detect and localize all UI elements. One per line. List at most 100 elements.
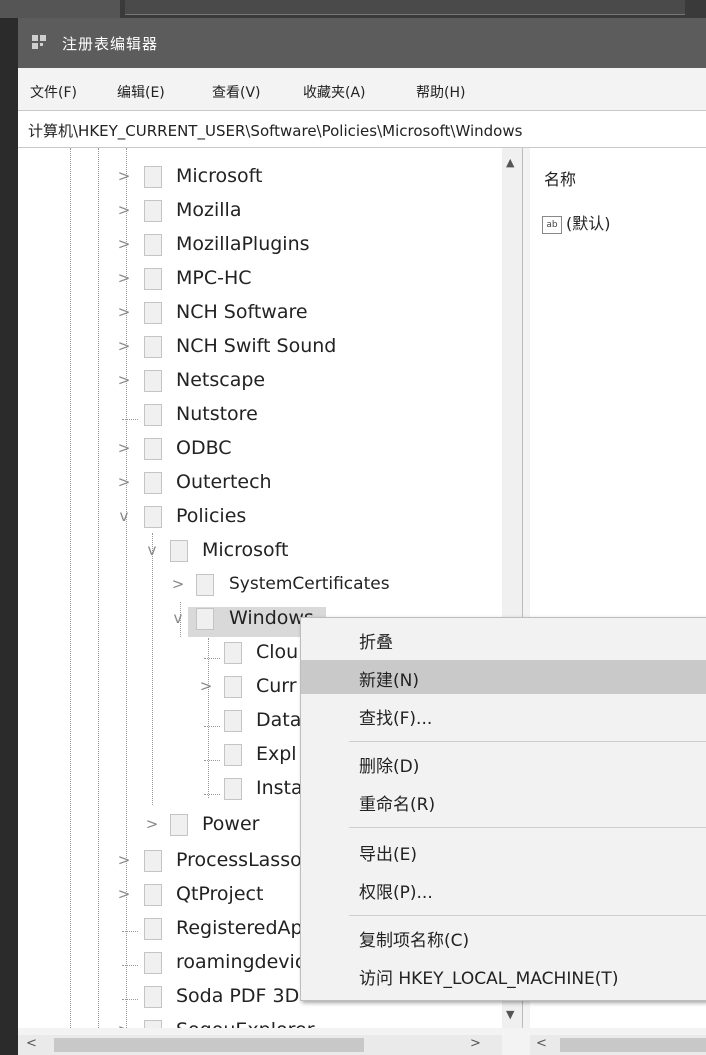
menu-item-copy-key-name[interactable]: 复制项名称(C)	[301, 920, 706, 954]
chevron-icon[interactable]: v	[145, 541, 159, 559]
tree-item[interactable]: > Microsoft	[18, 163, 502, 193]
chevron-icon[interactable]: >	[117, 269, 131, 287]
title-bar[interactable]: 注册表编辑器	[18, 18, 706, 68]
menu-item-label: 折叠	[359, 633, 393, 653]
folder-icon	[144, 438, 162, 460]
tree-item[interactable]: v Policies	[18, 503, 502, 533]
menu-item-label: 查找(F)...	[359, 709, 433, 729]
tree-item-label: Nutstore	[176, 403, 258, 425]
tree-item[interactable]: > SystemCertificates	[18, 571, 502, 601]
menu-item-export[interactable]: 导出(E)	[301, 834, 706, 868]
folder-icon	[170, 540, 188, 562]
menu-item-delete[interactable]: 删除(D)	[301, 746, 706, 780]
column-header-name[interactable]: 名称	[544, 166, 576, 190]
tree-item-label: Mozilla	[176, 199, 242, 221]
menu-file[interactable]: 文件(F)	[30, 82, 77, 102]
background-left-edge	[0, 18, 18, 1055]
chevron-icon[interactable]: >	[117, 851, 131, 869]
folder-icon	[224, 778, 242, 800]
tree-item-label: Power	[202, 813, 260, 835]
folder-icon	[144, 884, 162, 906]
chevron-icon[interactable]: >	[117, 439, 131, 457]
chevron-icon[interactable]: >	[199, 677, 213, 695]
menu-item-find[interactable]: 查找(F)...	[301, 698, 706, 732]
folder-icon	[144, 1020, 162, 1028]
tree-item[interactable]: > MPC-HC	[18, 265, 502, 295]
menu-item-label: 新建(N)	[359, 671, 419, 691]
tree-item[interactable]: > Netscape	[18, 367, 502, 397]
folder-icon	[144, 850, 162, 872]
address-path[interactable]: 计算机\HKEY_CURRENT_USER\Software\Policies\…	[28, 120, 522, 141]
scroll-left-icon[interactable]: <	[536, 1036, 547, 1051]
chevron-icon[interactable]: >	[117, 1021, 131, 1028]
menu-edit[interactable]: 编辑(E)	[117, 82, 165, 102]
tree-item-label: NCH Software	[176, 301, 308, 323]
chevron-icon[interactable]: >	[117, 303, 131, 321]
chevron-icon[interactable]: v	[117, 507, 131, 525]
tree-item-label: Outertech	[176, 471, 272, 493]
chevron-icon[interactable]: >	[117, 371, 131, 389]
menu-item-label: 导出(E)	[359, 845, 418, 865]
menu-favorites[interactable]: 收藏夹(A)	[303, 82, 366, 102]
tree-item[interactable]: > SogouExplorer	[18, 1017, 502, 1028]
value-name: (默认)	[566, 214, 611, 233]
folder-icon	[144, 200, 162, 222]
tree-item-label: roamingdevice	[176, 951, 317, 973]
menu-item-label: 复制项名称(C)	[359, 931, 470, 951]
menu-item-goto-hklm[interactable]: 访问 HKEY_LOCAL_MACHINE(T)	[301, 958, 706, 992]
folder-icon	[144, 336, 162, 358]
menu-help[interactable]: 帮助(H)	[416, 82, 465, 102]
chevron-icon[interactable]: >	[145, 815, 159, 833]
tree-item[interactable]: > NCH Swift Sound	[18, 333, 502, 363]
scroll-right-icon[interactable]: >	[470, 1036, 481, 1051]
folder-icon	[170, 814, 188, 836]
tree-item[interactable]: > Outertech	[18, 469, 502, 499]
folder-icon	[196, 608, 214, 630]
value-row-default[interactable]: ab (默认)	[542, 210, 611, 234]
address-bar[interactable]: 计算机\HKEY_CURRENT_USER\Software\Policies\…	[18, 110, 706, 148]
scroll-up-icon[interactable]: ▲	[506, 156, 514, 169]
tree-item-label: MPC-HC	[176, 267, 252, 289]
chevron-icon[interactable]: >	[171, 575, 185, 593]
folder-icon	[196, 574, 214, 596]
background-taskbar	[0, 0, 706, 18]
menu-item-collapse[interactable]: 折叠	[301, 622, 706, 656]
folder-icon	[144, 986, 162, 1008]
chevron-icon[interactable]: >	[117, 473, 131, 491]
menu-item-new[interactable]: 新建(N)	[301, 660, 706, 694]
tree-item[interactable]: > ODBC	[18, 435, 502, 465]
menu-item-permissions[interactable]: 权限(P)...	[301, 872, 706, 906]
scroll-left-icon[interactable]: <	[26, 1036, 37, 1051]
tree-item[interactable]: > Mozilla	[18, 197, 502, 227]
values-horizontal-scrollbar[interactable]: <	[530, 1035, 706, 1055]
tree-item-label: Soda PDF 3D	[176, 985, 300, 1007]
menu-item-rename[interactable]: 重命名(R)	[301, 784, 706, 818]
folder-icon	[144, 268, 162, 290]
chevron-icon[interactable]: >	[117, 337, 131, 355]
tree-item-label: MozillaPlugins	[176, 233, 310, 255]
tree-item-label: SogouExplorer	[176, 1019, 315, 1028]
chevron-icon[interactable]: >	[117, 201, 131, 219]
tree-item[interactable]: > MozillaPlugins	[18, 231, 502, 261]
background-window-left	[0, 0, 120, 18]
string-value-icon: ab	[542, 215, 562, 234]
menu-view[interactable]: 查看(V)	[212, 82, 261, 102]
chevron-icon[interactable]: >	[117, 885, 131, 903]
tree-item[interactable]: > NCH Software	[18, 299, 502, 329]
chevron-icon[interactable]: >	[117, 167, 131, 185]
scroll-down-icon[interactable]: ▼	[506, 1008, 514, 1021]
background-window-right	[125, 0, 685, 15]
tree-item-label: Expl	[256, 743, 297, 765]
tree-item[interactable]: v Microsoft	[18, 537, 502, 567]
tree-item[interactable]: Nutstore	[18, 401, 502, 431]
folder-icon	[144, 302, 162, 324]
chevron-icon[interactable]: v	[171, 609, 185, 627]
folder-icon	[224, 676, 242, 698]
chevron-icon[interactable]: >	[117, 235, 131, 253]
folder-icon	[144, 370, 162, 392]
scrollbar-thumb[interactable]	[54, 1038, 364, 1052]
tree-horizontal-scrollbar[interactable]: < >	[18, 1035, 502, 1055]
tree-item-label: ProcessLasso	[176, 849, 302, 871]
tree-item-label: NCH Swift Sound	[176, 335, 337, 357]
scrollbar-thumb[interactable]	[560, 1038, 706, 1052]
